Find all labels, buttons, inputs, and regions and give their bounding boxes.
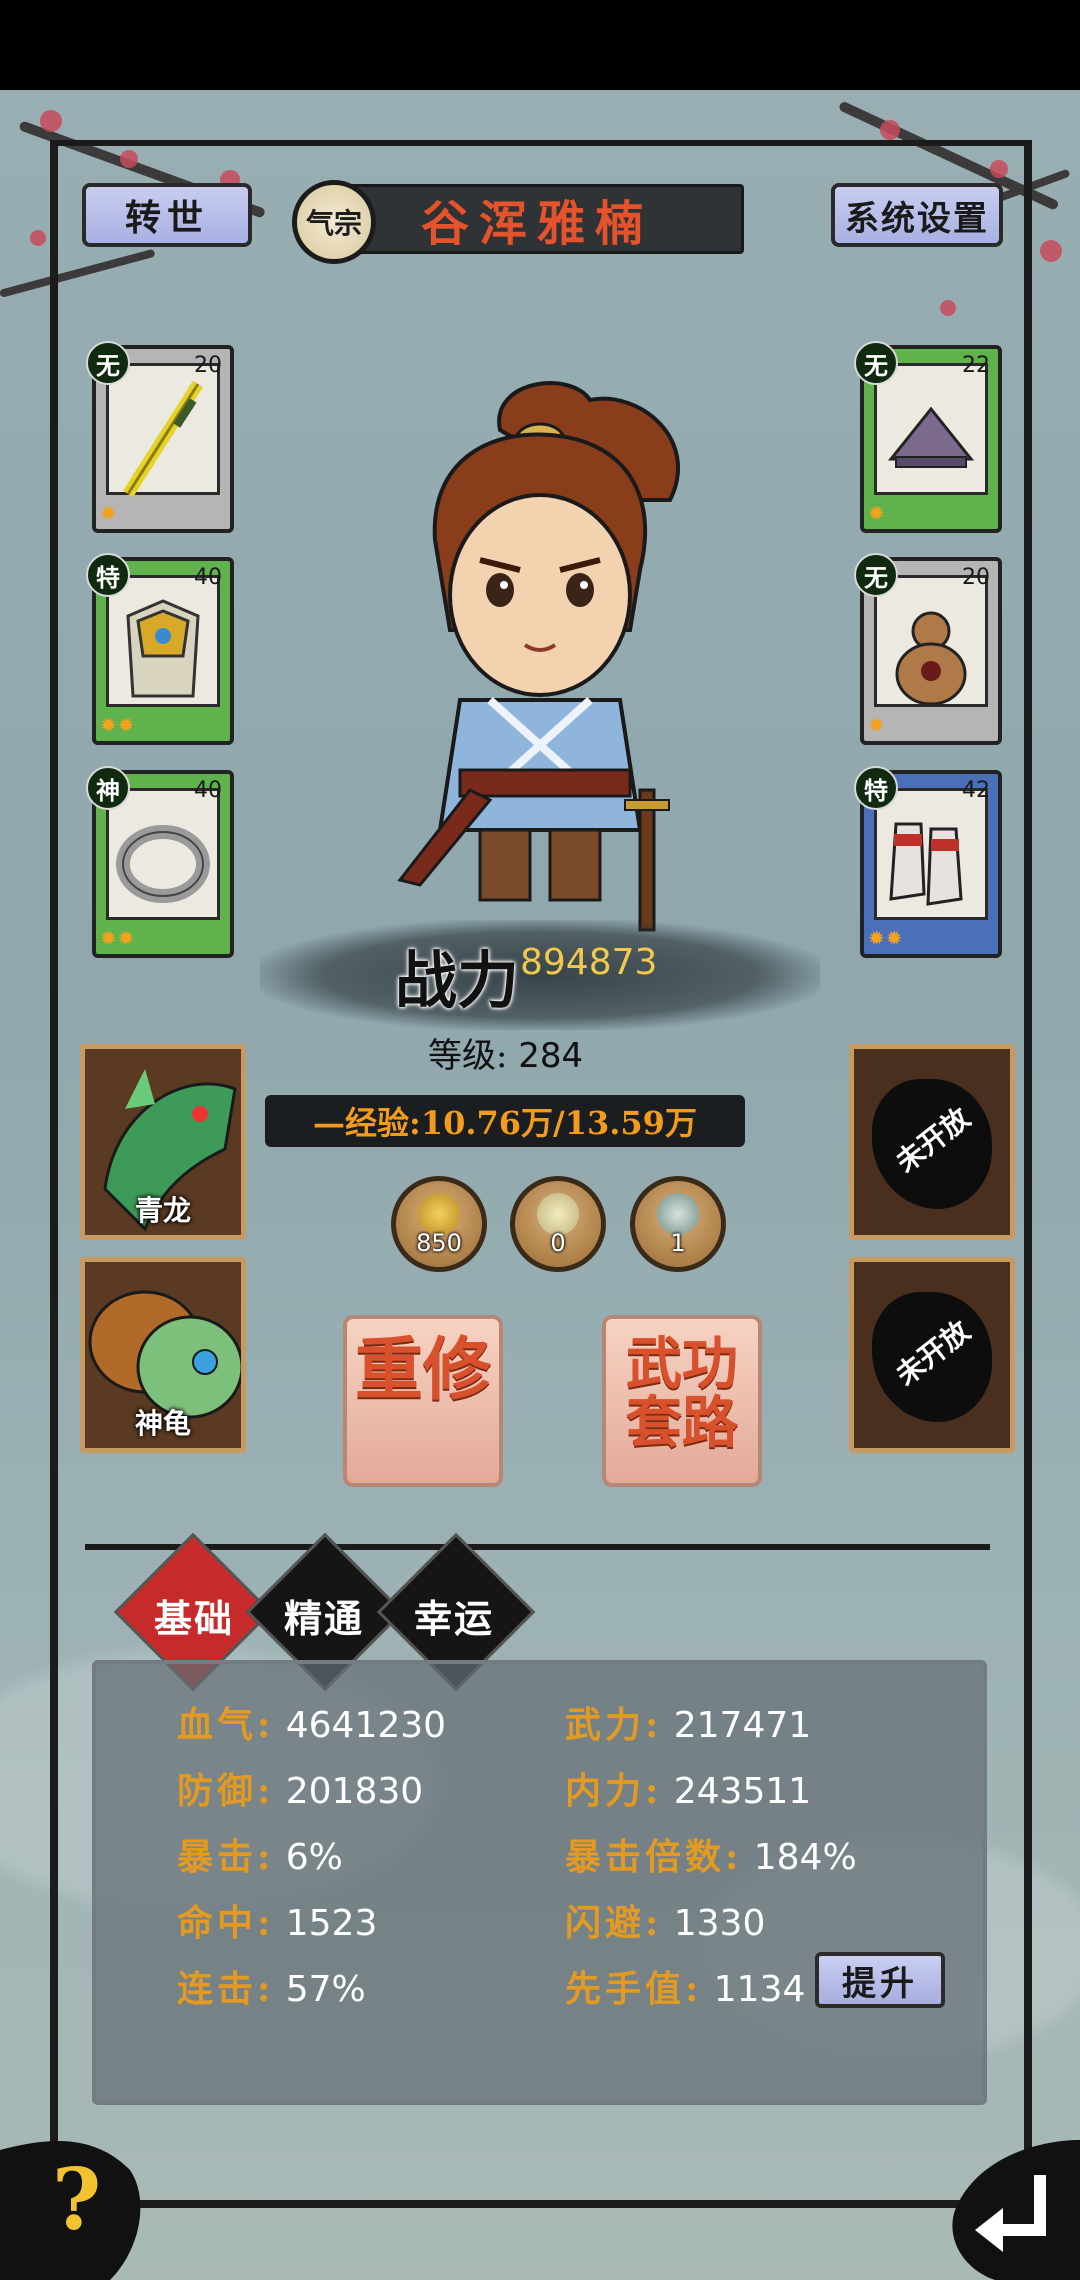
character-portrait [340,360,740,940]
status-bar [0,0,1080,90]
player-name-banner: 谷浑雅楠 [330,184,744,254]
sect-badge-label: 气宗 [305,207,362,240]
slot-level: 22 [962,353,990,378]
pet-slot-dragon[interactable]: 青龙 [80,1044,246,1240]
retrain-label: 重修 [354,1330,491,1410]
boost-label: 提升 [842,1963,918,2004]
currency-count: 0 [550,1229,566,1257]
retrain-button[interactable]: 重修 [343,1315,503,1487]
slot-level: 42 [962,778,990,803]
martial-arts-label: 武功套路 [626,1331,738,1456]
help-button[interactable]: ? [0,2110,150,2280]
window-frame-bottom [50,2200,1032,2208]
slot-level: 20 [962,565,990,590]
level-display: 等级: 284 [428,1028,583,1077]
equip-slot-hat[interactable]: 22 无 ✹ [854,341,1002,533]
rebirth-button-label: 转世 [124,197,209,239]
stat-crit: 暴击: 6% [177,1836,343,1878]
currency-jade[interactable]: 1 [630,1176,726,1272]
system-settings-label: 系统设置 [845,198,989,239]
back-arrow-icon [952,2140,1080,2280]
tab-mastery-label: 精通 [284,1596,365,1641]
sect-badge[interactable]: 气宗 [292,180,376,264]
currency-gold[interactable]: 850 [391,1176,487,1272]
stat-dodge: 闪避: 1330 [565,1902,766,1944]
stat-inner-power: 内力: 243511 [565,1770,812,1812]
grade-badge: 特 [86,553,130,597]
locked-slot[interactable]: 未开放 [849,1257,1015,1453]
experience-text: —经验:10.76万/13.59万 [313,1104,697,1142]
grade-badge: 神 [86,766,130,810]
grade-badge: 无 [86,341,130,385]
grade-badge: 无 [854,341,898,385]
power-label: 战力 [395,944,520,1017]
pet-name: 神龟 [134,1407,191,1440]
tab-luck-label: 幸运 [414,1596,495,1641]
grade-badge: 无 [854,553,898,597]
grade-badge: 特 [854,766,898,810]
stat-initiative: 先手值: 1134 [565,1968,806,2010]
slot-level: 40 [194,565,222,590]
equip-slot-boots[interactable]: 42 特 ✹✹ [854,766,1002,958]
slot-level: 40 [194,778,222,803]
player-name: 谷浑雅楠 [420,196,653,252]
rebirth-button[interactable]: 转世 [82,183,252,247]
equip-slot-gourd[interactable]: 20 无 ✹ [854,553,1002,745]
star-rating: ✹✹ [100,713,136,737]
level-value: 284 [518,1036,584,1076]
star-rating: ✹ [868,713,886,737]
slot-level: 20 [194,353,222,378]
level-label: 等级: [428,1036,508,1076]
boost-button[interactable]: 提升 [815,1952,945,2008]
martial-arts-button[interactable]: 武功套路 [602,1315,762,1487]
star-rating: ✹✹ [100,926,136,950]
currency-count: 850 [416,1229,462,1257]
star-rating: ✹✹ [868,926,904,950]
stat-combo: 连击: 57% [177,1968,366,2010]
pet-name: 青龙 [134,1194,191,1227]
equip-slot-armor[interactable]: 40 特 ✹✹ [86,553,234,745]
stat-accuracy: 命中: 1523 [177,1902,378,1944]
section-divider [85,1544,990,1550]
equip-slot-weapon[interactable]: 20 无 ✹ [86,341,234,533]
star-rating: ✹ [100,501,118,525]
currency-count: 1 [670,1229,686,1257]
help-icon: ? [52,2150,102,2249]
back-button[interactable] [935,2120,1080,2280]
currency-pearl[interactable]: 0 [510,1176,606,1272]
tab-basic-label: 基础 [154,1596,235,1641]
equip-slot-ring[interactable]: 40 神 ✹✹ [86,766,234,958]
pet-slot-turtle[interactable]: 神龟 [80,1257,246,1453]
experience-bar: —经验:10.76万/13.59万 [265,1095,745,1147]
star-rating: ✹ [868,501,886,525]
system-settings-button[interactable]: 系统设置 [831,183,1003,247]
stat-hp: 血气: 4641230 [177,1704,447,1746]
stat-crit-multiplier: 暴击倍数: 184% [565,1836,857,1878]
stat-defense: 防御: 201830 [177,1770,424,1812]
stat-attack: 武力: 217471 [565,1704,812,1746]
power-value: 894873 [520,942,658,983]
locked-slot[interactable]: 未开放 [849,1044,1015,1240]
